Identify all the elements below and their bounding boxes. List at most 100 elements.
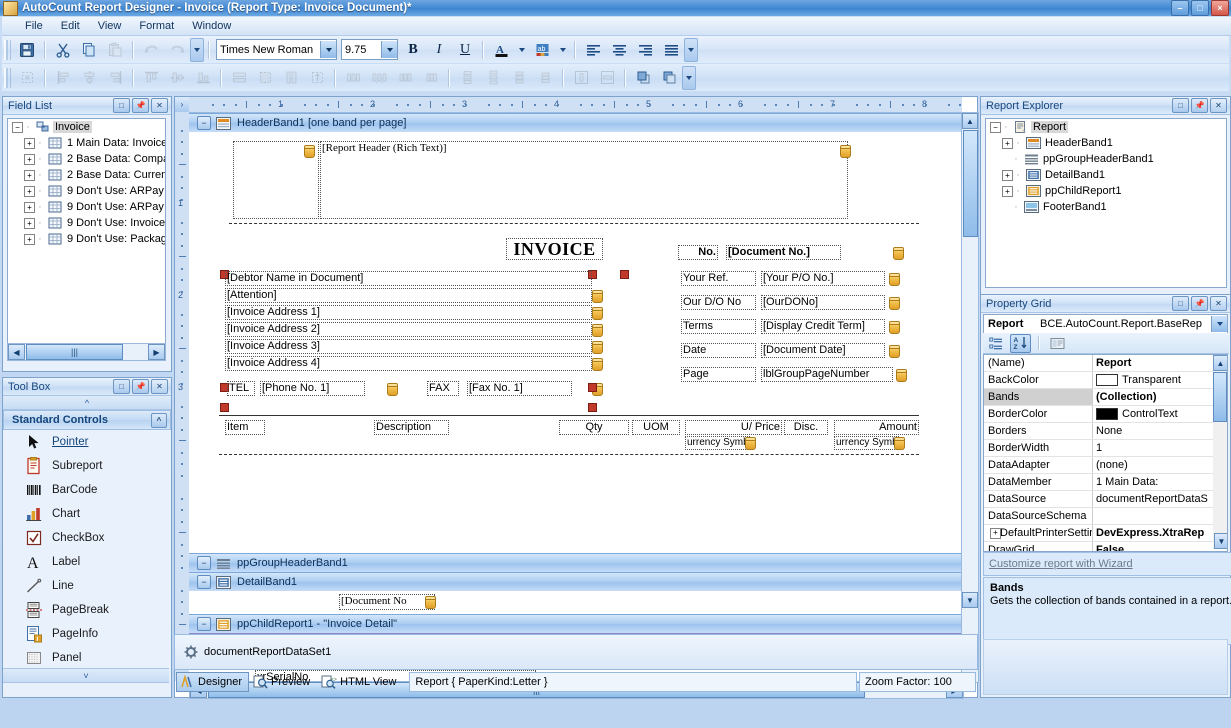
save-icon[interactable] — [15, 38, 39, 62]
property-row[interactable]: Borders None — [984, 423, 1213, 440]
horizontal-spacing-icon[interactable] — [341, 66, 365, 90]
remove-v-spacing-icon[interactable] — [533, 66, 557, 90]
expand-icon[interactable]: + — [1002, 185, 1013, 197]
chevron-down-icon[interactable] — [381, 41, 397, 58]
font-size-combo[interactable]: 9.75 — [341, 39, 398, 60]
attention-field[interactable]: [Attention] — [225, 288, 592, 303]
property-row[interactable]: BorderWidth 1 — [984, 440, 1213, 457]
undo-icon[interactable] — [139, 38, 163, 62]
invoice-address-2-field[interactable]: [Invoice Address 2] — [225, 322, 592, 337]
expand-icon[interactable]: + — [24, 201, 35, 213]
column-header-disc[interactable]: Disc. — [784, 420, 828, 435]
terms-label[interactable]: Terms — [681, 319, 756, 334]
selection-handle[interactable] — [220, 403, 229, 412]
pin-icon[interactable]: 📌 — [132, 379, 149, 394]
close-icon[interactable]: ✕ — [151, 98, 168, 113]
restore-icon[interactable]: □ — [1172, 296, 1189, 311]
band-header-ppgroupheaderband1[interactable]: − ppGroupHeaderBand1 — [189, 553, 962, 573]
pin-icon[interactable]: 📌 — [132, 98, 149, 113]
selection-handle[interactable] — [620, 270, 629, 279]
align-tops-icon[interactable] — [139, 66, 163, 90]
menu-item-format[interactable]: Format — [130, 19, 183, 33]
chevron-up-icon[interactable]: ^ — [151, 412, 167, 428]
property-grid-vscrollbar[interactable]: ▲ ▼ — [1213, 355, 1227, 549]
pin-icon[interactable]: 📌 — [1191, 296, 1208, 311]
scroll-down-icon[interactable]: ▼ — [1214, 533, 1227, 549]
no-label[interactable]: No. — [678, 245, 718, 260]
invoice-address-4-field[interactable]: [Invoice Address 4] — [225, 356, 592, 371]
property-row[interactable]: BackColor Transparent — [984, 372, 1213, 389]
field-list-hscrollbar[interactable]: ◀ ||| ▶ — [7, 343, 166, 361]
align-centers-icon[interactable] — [77, 66, 101, 90]
chevron-down-icon[interactable] — [320, 41, 336, 58]
scroll-down-icon[interactable]: ▼ — [962, 592, 978, 608]
tool-box-item-pageinfo[interactable]: i PageInfo — [3, 622, 171, 646]
scroll-up-icon[interactable]: ▲ — [1213, 355, 1227, 371]
align-justify-icon[interactable] — [659, 38, 683, 62]
tel-label[interactable]: TEL — [227, 381, 255, 396]
toolbar-overflow-button[interactable] — [190, 37, 204, 62]
alphabetical-sort-icon[interactable]: AZ — [1010, 333, 1031, 353]
tool-box-item-panel[interactable]: Panel — [3, 646, 171, 670]
customize-report-wizard-link[interactable]: Customize report with Wizard — [989, 558, 1133, 570]
property-grid-object-selector[interactable]: Report BCE.AutoCount.Report.BaseRep — [983, 314, 1228, 334]
toolbar-overflow-button-2[interactable] — [684, 37, 698, 62]
property-row[interactable]: BorderColor ControlText — [984, 406, 1213, 423]
currency-symbol-field-1[interactable]: urrency Symb — [685, 436, 750, 450]
band-header-headerband1[interactable]: − HeaderBand1 [one band per page] — [189, 113, 962, 133]
make-same-width-icon[interactable] — [279, 66, 303, 90]
property-row[interactable]: DataAdapter (none) — [984, 457, 1213, 474]
property-row[interactable]: DataMember 1 Main Data: — [984, 474, 1213, 491]
size-to-width-icon[interactable] — [227, 66, 251, 90]
scroll-thumb-vertical[interactable] — [962, 130, 978, 237]
close-icon[interactable]: ✕ — [151, 379, 168, 394]
italic-button[interactable]: I — [427, 38, 451, 62]
band-header-detailband1[interactable]: − DetailBand1 — [189, 572, 962, 592]
invoice-address-1-field[interactable]: [Invoice Address 1] — [225, 305, 592, 320]
report-header-rich-text[interactable]: [Report Header (Rich Text)] — [320, 141, 848, 219]
column-header-description[interactable]: Description — [374, 420, 449, 435]
maximize-button[interactable]: □ — [1191, 0, 1209, 16]
header-band-canvas[interactable]: [Report Header (Rich Text)] INVOICE No. … — [189, 132, 962, 553]
send-to-back-icon[interactable] — [657, 66, 681, 90]
tool-box-item-label[interactable]: A Label — [3, 550, 171, 574]
highlight-color-icon[interactable]: ab — [530, 38, 554, 62]
tool-box-group-standard-controls[interactable]: Standard Controls ^ — [3, 410, 171, 430]
toolbar-grip[interactable] — [4, 39, 11, 60]
report-explorer-node-footerband1[interactable]: · FooterBand1 — [986, 199, 1226, 215]
debtor-name-field[interactable]: [Debtor Name in Document] — [225, 271, 592, 286]
report-explorer-node-ppchildreport1[interactable]: + · ppChildReport1 — [986, 183, 1226, 199]
tool-box-item-barcode[interactable]: BarCode — [3, 478, 171, 502]
column-header-qty[interactable]: Qty — [559, 420, 629, 435]
dataset-component[interactable]: documentReportDataSet1 — [175, 635, 977, 669]
align-left-icon[interactable] — [581, 38, 605, 62]
scroll-up-icon[interactable]: ▲ — [962, 113, 978, 129]
toolbar-grip-2[interactable] — [4, 67, 11, 88]
fax-label[interactable]: FAX — [427, 381, 459, 396]
collapse-icon[interactable]: − — [12, 121, 23, 133]
make-same-height-icon[interactable] — [305, 66, 329, 90]
group-page-number-field[interactable]: lblGroupPageNumber — [761, 367, 893, 382]
detail-band-canvas[interactable]: [Document No — [189, 591, 962, 614]
font-name-combo[interactable]: Times New Roman — [216, 39, 337, 60]
remove-h-spacing-icon[interactable] — [419, 66, 443, 90]
property-row[interactable]: DataSource documentReportDataS — [984, 491, 1213, 508]
center-horizontally-icon[interactable] — [569, 66, 593, 90]
expand-icon[interactable]: + — [1002, 137, 1013, 149]
increase-v-spacing-icon[interactable] — [481, 66, 505, 90]
property-row[interactable]: + DefaultPrinterSettin DevExpress.XtraRep — [984, 525, 1213, 542]
field-list-item[interactable]: + · 2 Base Data: Curren — [8, 167, 165, 183]
scroll-thumb-vertical[interactable] — [1213, 372, 1227, 422]
invoice-title-label[interactable]: INVOICE — [506, 238, 603, 260]
minimize-button[interactable]: – — [1171, 0, 1189, 16]
report-explorer-node-ppgroupheaderband1[interactable]: · ppGroupHeaderBand1 — [986, 151, 1226, 167]
expand-icon[interactable]: + — [24, 169, 35, 181]
font-color-dropdown[interactable] — [515, 38, 528, 62]
menu-item-view[interactable]: View — [89, 19, 131, 33]
field-list-item[interactable]: + · 9 Don't Use: Packag — [8, 231, 165, 247]
band-header-ppchildreport1[interactable]: − ppChildReport1 - "Invoice Detail" — [189, 614, 962, 634]
menu-item-edit[interactable]: Edit — [52, 19, 89, 33]
cut-icon[interactable] — [51, 38, 75, 62]
property-grid-rows[interactable]: (Name) Report BackColor Transparent Bands (Co… — [983, 354, 1228, 552]
align-rights-icon[interactable] — [103, 66, 127, 90]
